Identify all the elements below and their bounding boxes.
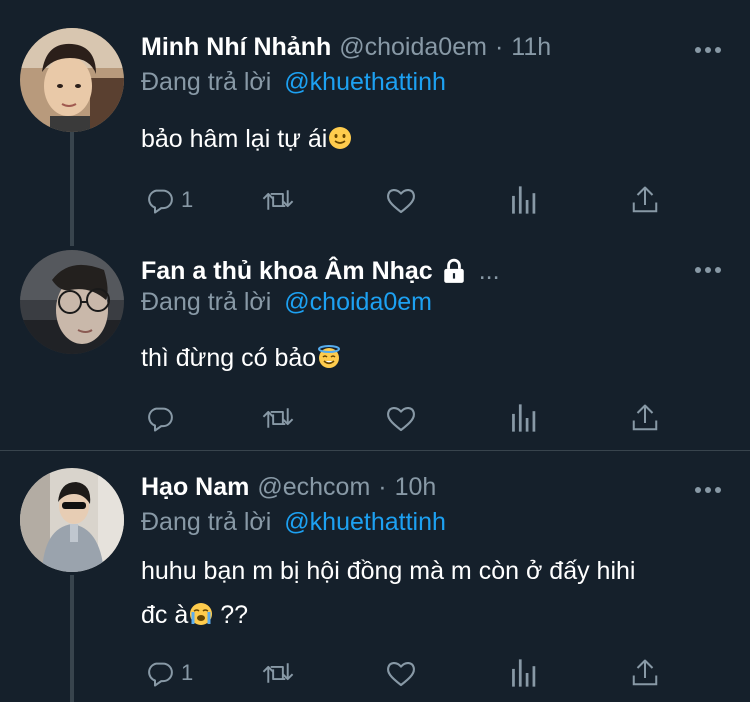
mention-link[interactable]: @choida0em xyxy=(284,288,432,316)
smiling-face-with-halo-icon xyxy=(318,345,341,368)
analytics-icon xyxy=(512,659,536,687)
share-button[interactable] xyxy=(631,653,659,693)
timestamp[interactable]: 10h xyxy=(395,473,437,502)
retweet-button[interactable] xyxy=(261,653,295,693)
tweet-text-line: huhu bạn m bị hội đồng mà m còn ở đấy hi… xyxy=(141,557,636,585)
avatar[interactable] xyxy=(20,28,124,132)
tweet[interactable]: Fan a thủ khoa Âm Nhạc ... Đang trả lời … xyxy=(0,246,750,450)
tweet-text-content: ?? xyxy=(213,601,249,629)
tweet-text: thì đừng có bảo xyxy=(141,336,341,380)
retweet-icon xyxy=(262,190,294,210)
reply-icon xyxy=(148,662,173,687)
more-options-button[interactable] xyxy=(694,42,724,53)
mention-link[interactable]: @khuethattinh xyxy=(284,508,446,536)
tweet[interactable]: Minh Nhí Nhảnh @choida0em · 11h Đang trả… xyxy=(0,0,750,246)
retweet-icon xyxy=(262,663,294,683)
reply-button[interactable]: 1 xyxy=(145,653,193,693)
more-icon xyxy=(695,47,721,53)
like-icon xyxy=(386,662,416,687)
tweet-text-content: thì đừng có bảo xyxy=(141,344,317,372)
tweet-text: huhu bạn m bị hội đồng mà m còn ở đấy hi… xyxy=(141,549,635,637)
reply-icon xyxy=(148,189,173,214)
reply-icon xyxy=(148,407,173,432)
ellipsis: ... xyxy=(478,256,500,285)
like-button[interactable] xyxy=(385,653,417,693)
separator-dot: · xyxy=(494,32,504,61)
reply-count: 1 xyxy=(181,660,194,685)
separator-dot: · xyxy=(378,472,387,501)
tweet-actions: 1 xyxy=(141,653,701,693)
like-icon xyxy=(386,407,416,432)
replying-to: Đang trả lời @khuethattinh xyxy=(141,68,446,97)
lock-icon xyxy=(443,258,464,283)
replying-to: Đang trả lời @khuethattinh xyxy=(141,508,446,537)
more-options-button[interactable] xyxy=(694,262,724,273)
analytics-icon xyxy=(512,404,536,432)
more-options-button[interactable] xyxy=(694,482,724,493)
more-icon xyxy=(695,267,721,273)
like-button[interactable] xyxy=(385,180,417,220)
tweet-header: Minh Nhí Nhảnh @choida0em · 11h xyxy=(141,30,551,64)
retweet-button[interactable] xyxy=(261,180,295,220)
display-name[interactable]: Hạo Nam xyxy=(141,473,249,502)
retweet-icon xyxy=(262,408,294,428)
more-icon xyxy=(695,487,721,493)
share-icon xyxy=(632,659,658,686)
replying-to-label: Đang trả lời xyxy=(141,288,272,316)
analytics-button[interactable] xyxy=(509,180,537,220)
timestamp[interactable]: 11h xyxy=(511,33,551,62)
mention-link[interactable]: @khuethattinh xyxy=(284,68,446,96)
analytics-button[interactable] xyxy=(509,653,537,693)
tweet-actions: 1 xyxy=(141,180,701,220)
tweet-text-line: đc à ?? xyxy=(141,593,635,637)
reply-button[interactable] xyxy=(145,398,181,438)
reply-button[interactable]: 1 xyxy=(145,180,193,220)
display-name[interactable]: Minh Nhí Nhảnh xyxy=(141,33,331,62)
tweet[interactable]: Hạo Nam @echcom · 10h Đang trả lời @khue… xyxy=(0,451,750,702)
slightly-smiling-face-icon xyxy=(329,127,352,149)
user-handle[interactable]: @choida0em xyxy=(339,33,487,62)
replying-to-label: Đang trả lời xyxy=(141,68,272,96)
analytics-button[interactable] xyxy=(509,398,537,438)
replying-to-label: Đang trả lời xyxy=(141,508,272,536)
like-icon xyxy=(386,189,416,214)
share-button[interactable] xyxy=(631,398,659,438)
user-handle[interactable]: @echcom xyxy=(257,473,370,502)
analytics-icon xyxy=(512,186,536,214)
tweet-actions xyxy=(141,398,701,438)
replying-to: Đang trả lời @choida0em xyxy=(141,288,432,317)
loudly-crying-face-icon xyxy=(190,603,213,625)
tweet-text-content: bảo hâm lại tự ái xyxy=(141,125,328,153)
reply-count: 1 xyxy=(181,187,194,212)
avatar[interactable] xyxy=(20,468,124,572)
tweet-text: bảo hâm lại tự ái xyxy=(141,117,352,161)
tweet-header: Fan a thủ khoa Âm Nhạc ... xyxy=(141,254,500,288)
display-name[interactable]: Fan a thủ khoa Âm Nhạc xyxy=(141,257,433,286)
tweet-header: Hạo Nam @echcom · 10h xyxy=(141,470,436,504)
share-icon xyxy=(632,186,658,213)
tweet-text-content: đc à xyxy=(141,601,189,629)
avatar[interactable] xyxy=(20,250,124,354)
share-button[interactable] xyxy=(631,180,659,220)
share-icon xyxy=(632,404,658,431)
retweet-button[interactable] xyxy=(261,398,295,438)
like-button[interactable] xyxy=(385,398,417,438)
